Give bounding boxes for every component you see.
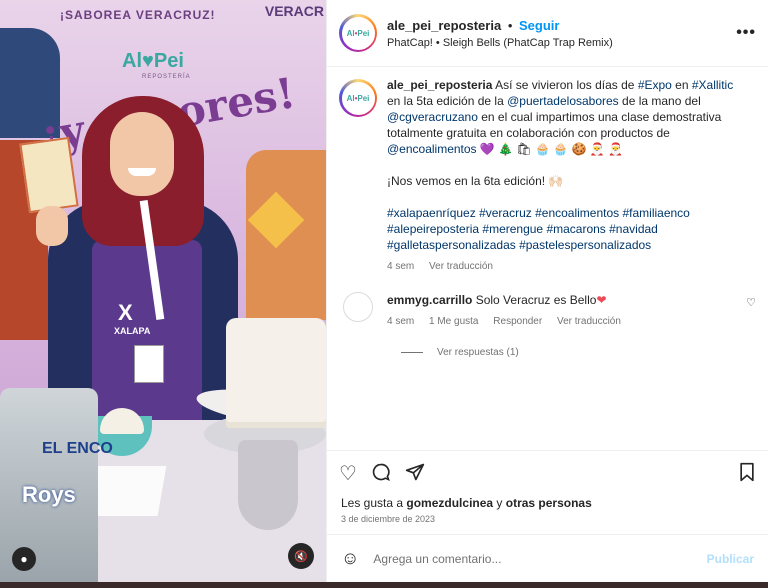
banner-right-text: VERACR [264, 3, 324, 19]
commenter-avatar[interactable] [343, 292, 373, 322]
comment-likes[interactable]: 1 Me gusta [429, 316, 478, 327]
person-smile [128, 168, 156, 176]
comment-item: emmyg.carrillo Solo Veracruz es Bello❤ 4… [339, 292, 756, 327]
caption-username[interactable]: ale_pei_reposteria [387, 78, 492, 92]
bottom-strip [0, 582, 768, 588]
mention-encoalimentos[interactable]: @encoalimentos [387, 142, 477, 156]
hashtag-expo[interactable]: #Expo [638, 78, 672, 92]
header-username[interactable]: ale_pei_reposteria [387, 18, 501, 33]
brand-logo-sub: REPOSTERÍA [142, 74, 191, 80]
tagged-users-button[interactable]: ● [12, 547, 36, 571]
post-caption: Al • Pei ale_pei_reposteria Así se viviero… [339, 77, 756, 272]
mute-button[interactable]: 🔇 [288, 543, 314, 569]
comment-reply-button[interactable]: Responder [493, 316, 542, 327]
audio-track[interactable]: PhatCap! • Sleigh Bells (PhatCap Trap Re… [387, 37, 736, 49]
comment-body: emmyg.carrillo Solo Veracruz es Bello❤ 4… [387, 292, 746, 327]
caption-time[interactable]: 4 sem [387, 261, 414, 272]
comment-input[interactable] [373, 551, 707, 566]
profile-avatar[interactable]: Al • Pei [339, 14, 377, 52]
red-heart-emoji: ❤ [596, 293, 607, 307]
caption-avatar-a: Al [346, 93, 355, 103]
cake-stand-base [238, 440, 298, 530]
replies-line [401, 352, 423, 353]
publish-button[interactable]: Publicar [707, 552, 754, 566]
caption-text-4: de la mano del [618, 94, 701, 108]
action-bar: ♡ [327, 450, 768, 496]
header-text: ale_pei_reposteria • Seguir PhatCap! • S… [387, 18, 736, 49]
header-separator: • [507, 17, 513, 33]
share-icon[interactable] [405, 462, 425, 486]
caption-line-2: ¡Nos vemos en la 6ta edición! 🙌🏻 [387, 174, 564, 188]
product-bag-brand: Roys [22, 482, 76, 507]
view-replies[interactable]: Ver respuestas (1) [401, 347, 756, 358]
product-bag-label: EL ENCO [42, 440, 113, 457]
id-badge [134, 345, 164, 383]
heart-icon[interactable]: ♡ [339, 464, 357, 484]
caption-body: ale_pei_reposteria Así se vivieron los d… [387, 77, 747, 272]
caption-hashtags[interactable]: #xalapaenríquez #veracruz #encoalimentos… [387, 205, 747, 253]
avatar-logo: Al • Pei [341, 16, 375, 50]
post-header: Al • Pei ale_pei_reposteria • Seguir PhatC… [327, 0, 768, 67]
product-box [19, 136, 79, 214]
comments-section: Al • Pei ale_pei_reposteria Así se viviero… [327, 67, 768, 450]
bookmark-icon[interactable] [738, 462, 756, 486]
white-board [87, 466, 167, 516]
banner-top-text: ¡SABOREA VERACRUZ! [60, 8, 216, 22]
post-panel: Al • Pei ale_pei_reposteria • Seguir PhatC… [326, 0, 768, 582]
person-face [110, 112, 174, 196]
post-image[interactable]: ¡SABOREA VERACRUZ! VERACR Al♥Pei REPOSTE… [0, 0, 326, 582]
comment-translate-link[interactable]: Ver traducción [557, 316, 621, 327]
comment-time[interactable]: 4 sem [387, 316, 414, 327]
brand-logo: Al♥Pei [122, 50, 184, 72]
caption-text-2: en [671, 78, 692, 92]
user-icon: ● [20, 552, 28, 566]
mention-puerta[interactable]: @puertadelosabores [507, 94, 619, 108]
comment-icon[interactable] [371, 462, 391, 486]
comment-meta: 4 sem 1 Me gusta Responder Ver traducció… [387, 316, 746, 327]
more-options-icon[interactable]: ••• [736, 24, 756, 42]
comment-username[interactable]: emmyg.carrillo [387, 293, 472, 307]
cake [226, 318, 326, 428]
caption-translate-link[interactable]: Ver traducción [429, 261, 493, 272]
caption-meta: 4 sem Ver traducción [387, 261, 747, 272]
likes-summary: Les gusta a gomezdulcinea y otras person… [327, 496, 768, 510]
hashtag-xallitic[interactable]: #Xallitic [692, 78, 733, 92]
avatar-logo-c: Pei [357, 28, 370, 38]
post-date[interactable]: 3 de diciembre de 2023 [327, 510, 768, 534]
likes-prefix: Les gusta a [341, 496, 407, 510]
instagram-post-view: ¡SABOREA VERACRUZ! VERACR Al♥Pei REPOSTE… [0, 0, 768, 588]
comment-like-heart-icon[interactable]: ♡ [746, 296, 756, 327]
view-replies-label[interactable]: Ver respuestas (1) [437, 347, 519, 358]
likes-others[interactable]: otras personas [506, 496, 592, 510]
add-comment-bar: ☺ Publicar [327, 534, 768, 582]
emoji-icon[interactable]: ☺ [341, 548, 359, 569]
follow-button[interactable]: Seguir [519, 18, 559, 33]
caption-avatar-logo: Al • Pei [341, 81, 375, 115]
caption-avatar-c: Pei [357, 93, 370, 103]
caption-avatar[interactable]: Al • Pei [339, 79, 377, 117]
mention-cgveracruzano[interactable]: @cgveracruzano [387, 110, 478, 124]
caption-text-1: Así se vivieron los días de [492, 78, 638, 92]
apron-text: XALAPA [114, 326, 151, 336]
likes-user[interactable]: gomezdulcinea [406, 496, 493, 510]
likes-suffix: y [493, 496, 506, 510]
comment-text: Solo Veracruz es Bello [472, 293, 597, 307]
speaker-muted-icon: 🔇 [294, 550, 308, 563]
avatar-logo-a: Al [346, 28, 355, 38]
apron-logo: X [118, 300, 133, 325]
caption-text-3: en la 5ta edición de la [387, 94, 508, 108]
caption-emojis: 💜 🎄 🛍 🧁 🧁 🍪 🎅 🎅 [476, 142, 624, 156]
hand [36, 206, 68, 246]
